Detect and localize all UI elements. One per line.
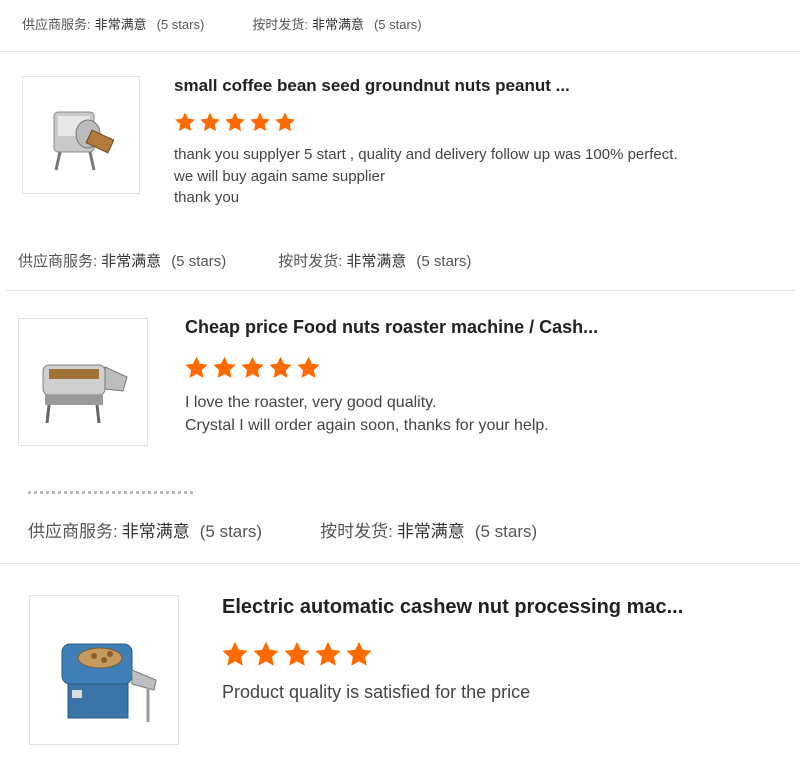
star-rating: [184, 355, 324, 380]
cashew-processing-machine-icon: [61, 643, 157, 722]
star-icon: [241, 356, 264, 378]
star-icon: [346, 641, 372, 666]
star-icon: [213, 356, 236, 378]
supplier-service-rating: 供应商服务: 非常满意 (5 stars): [22, 14, 204, 33]
review-line: we will buy again same supplier: [174, 167, 385, 185]
product-thumbnail[interactable]: [22, 76, 140, 194]
product-title[interactable]: Electric automatic cashew nut processing…: [222, 596, 683, 619]
product-title[interactable]: Cheap price Food nuts roaster machine / …: [185, 317, 598, 338]
product-title[interactable]: small coffee bean seed groundnut nuts pe…: [174, 76, 570, 96]
delivery-label: 按时发货:: [252, 17, 308, 32]
star-icon: [315, 641, 341, 666]
star-icon: [297, 356, 320, 378]
divider: [0, 51, 800, 52]
review-line: Crystal I will order again soon, thanks …: [185, 417, 549, 434]
delivery-value: 非常满意: [396, 522, 465, 541]
star-icon: [175, 112, 195, 132]
coffee-roaster-drum-icon: [53, 111, 115, 171]
delivery-label: 按时发货:: [278, 253, 343, 270]
star-rating: [174, 111, 299, 133]
product-thumbnail[interactable]: [18, 318, 148, 446]
supplier-service-value: 非常满意: [94, 17, 147, 32]
delivery-stars: (5 stars): [474, 522, 538, 541]
top-rating-row: 供应商服务: 非常满意 (5 stars) 按时发货: 非常满意 (5 star…: [22, 14, 422, 33]
delivery-stars: (5 stars): [416, 253, 472, 270]
review-rating-row: 供应商服务: 非常满意 (5 stars) 按时发货: 非常满意 (5 star…: [28, 517, 537, 542]
review-rating-row: 供应商服务: 非常满意 (5 stars) 按时发货: 非常满意 (5 star…: [18, 250, 471, 271]
star-icon: [222, 641, 248, 666]
delivery-value: 非常满意: [346, 253, 407, 270]
supplier-service-label: 供应商服务:: [22, 17, 91, 32]
star-rating: [221, 640, 376, 668]
review-line: I love the roaster, very good quality.: [185, 394, 437, 411]
review-line: Product quality is satisfied for the pri…: [222, 682, 531, 702]
divider: [0, 563, 800, 564]
star-icon: [269, 356, 292, 378]
supplier-service-label: 供应商服务:: [28, 522, 118, 541]
product-thumbnail[interactable]: [29, 595, 179, 745]
supplier-service-stars: (5 stars): [171, 253, 227, 270]
delivery-stars: (5 stars): [373, 17, 422, 32]
delivery-label: 按时发货:: [320, 522, 393, 541]
star-icon: [284, 641, 310, 666]
star-icon: [185, 356, 208, 378]
star-icon: [250, 112, 270, 132]
star-icon: [225, 112, 245, 132]
supplier-service-rating: 供应商服务: 非常满意 (5 stars): [18, 250, 226, 271]
supplier-service-stars: (5 stars): [199, 522, 263, 541]
delivery-value: 非常满意: [311, 17, 364, 32]
delivery-rating: 按时发货: 非常满意 (5 stars): [320, 517, 537, 542]
supplier-service-value: 非常满意: [101, 253, 162, 270]
star-icon: [253, 641, 279, 666]
star-icon: [200, 112, 220, 132]
supplier-service-rating: 供应商服务: 非常满意 (5 stars): [28, 517, 262, 542]
supplier-service-stars: (5 stars): [156, 17, 205, 32]
review-text: thank you supplyer 5 start , quality and…: [174, 144, 678, 209]
star-icon: [275, 112, 295, 132]
review-text: I love the roaster, very good quality. C…: [185, 391, 549, 437]
cut-off-text: [28, 490, 198, 496]
delivery-rating: 按时发货: 非常满意 (5 stars): [252, 14, 421, 33]
delivery-rating: 按时发货: 非常满意 (5 stars): [278, 250, 471, 271]
supplier-service-value: 非常满意: [121, 522, 190, 541]
supplier-service-label: 供应商服务:: [18, 253, 98, 270]
review-line: thank you supplyer 5 start , quality and…: [174, 146, 678, 163]
divider: [6, 290, 796, 291]
review-text: Product quality is satisfied for the pri…: [222, 680, 530, 704]
nut-roaster-machine-icon: [42, 364, 128, 424]
review-line: thank you: [174, 189, 240, 206]
